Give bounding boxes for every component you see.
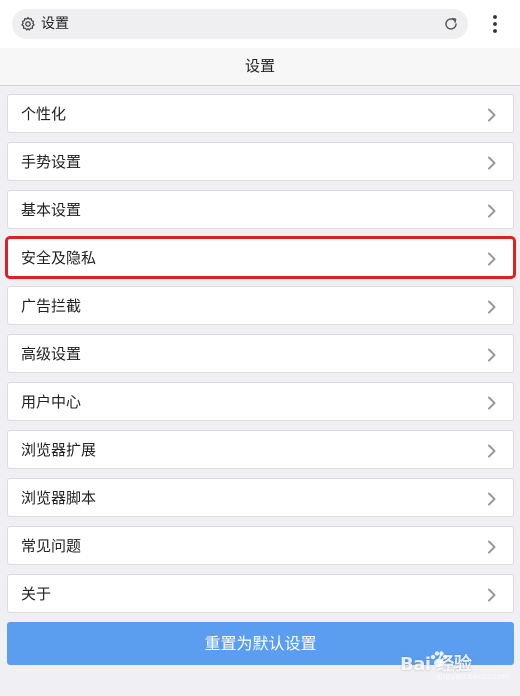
chevron-right-icon bbox=[488, 252, 496, 266]
settings-row-label: 用户中心 bbox=[21, 393, 82, 411]
settings-row[interactable]: 安全及隐私 bbox=[7, 238, 514, 277]
settings-row-label: 基本设置 bbox=[21, 201, 82, 219]
settings-row[interactable]: 浏览器扩展 bbox=[7, 430, 514, 469]
settings-row-label: 常见问题 bbox=[21, 537, 82, 555]
settings-row[interactable]: 广告拦截 bbox=[7, 286, 514, 325]
settings-row-label: 关于 bbox=[21, 585, 52, 603]
settings-row[interactable]: 基本设置 bbox=[7, 190, 514, 229]
chevron-right-icon bbox=[488, 108, 496, 122]
settings-row-label: 浏览器扩展 bbox=[21, 441, 97, 459]
more-vertical-icon[interactable] bbox=[486, 13, 504, 35]
reload-icon[interactable] bbox=[443, 16, 459, 32]
settings-row[interactable]: 关于 bbox=[7, 574, 514, 613]
chevron-right-icon bbox=[488, 300, 496, 314]
page-header: 设置 bbox=[0, 48, 520, 86]
chevron-right-icon bbox=[488, 588, 496, 602]
paw-icon bbox=[430, 651, 448, 668]
browser-toolbar: 设置 bbox=[0, 0, 520, 48]
settings-row-label: 个性化 bbox=[21, 105, 67, 123]
baidu-jingyan-watermark: Bai 经验 jingyan.baidu.com bbox=[396, 644, 516, 684]
settings-row-label: 浏览器脚本 bbox=[21, 489, 97, 507]
chevron-right-icon bbox=[488, 348, 496, 362]
chevron-right-icon bbox=[488, 204, 496, 218]
chevron-right-icon bbox=[488, 540, 496, 554]
settings-row-label: 高级设置 bbox=[21, 345, 82, 363]
watermark-subtext: jingyan.baidu.com bbox=[436, 672, 510, 681]
page-title: 设置 bbox=[244, 57, 275, 75]
chevron-right-icon bbox=[488, 444, 496, 458]
address-text: 设置 bbox=[41, 16, 69, 32]
settings-list: 个性化手势设置基本设置安全及隐私广告拦截高级设置用户中心浏览器扩展浏览器脚本常见… bbox=[7, 94, 514, 622]
address-bar[interactable]: 设置 bbox=[12, 9, 468, 39]
settings-row[interactable]: 手势设置 bbox=[7, 142, 514, 181]
chevron-right-icon bbox=[488, 396, 496, 410]
settings-row-label: 手势设置 bbox=[21, 153, 82, 171]
settings-row[interactable]: 个性化 bbox=[7, 94, 514, 133]
settings-row[interactable]: 浏览器脚本 bbox=[7, 478, 514, 517]
settings-row[interactable]: 用户中心 bbox=[7, 382, 514, 421]
settings-row-label: 广告拦截 bbox=[21, 297, 82, 315]
chevron-right-icon bbox=[488, 492, 496, 506]
settings-row[interactable]: 高级设置 bbox=[7, 334, 514, 373]
chevron-right-icon bbox=[488, 156, 496, 170]
settings-row[interactable]: 常见问题 bbox=[7, 526, 514, 565]
gear-icon bbox=[21, 16, 35, 31]
settings-row-label: 安全及隐私 bbox=[21, 249, 97, 267]
